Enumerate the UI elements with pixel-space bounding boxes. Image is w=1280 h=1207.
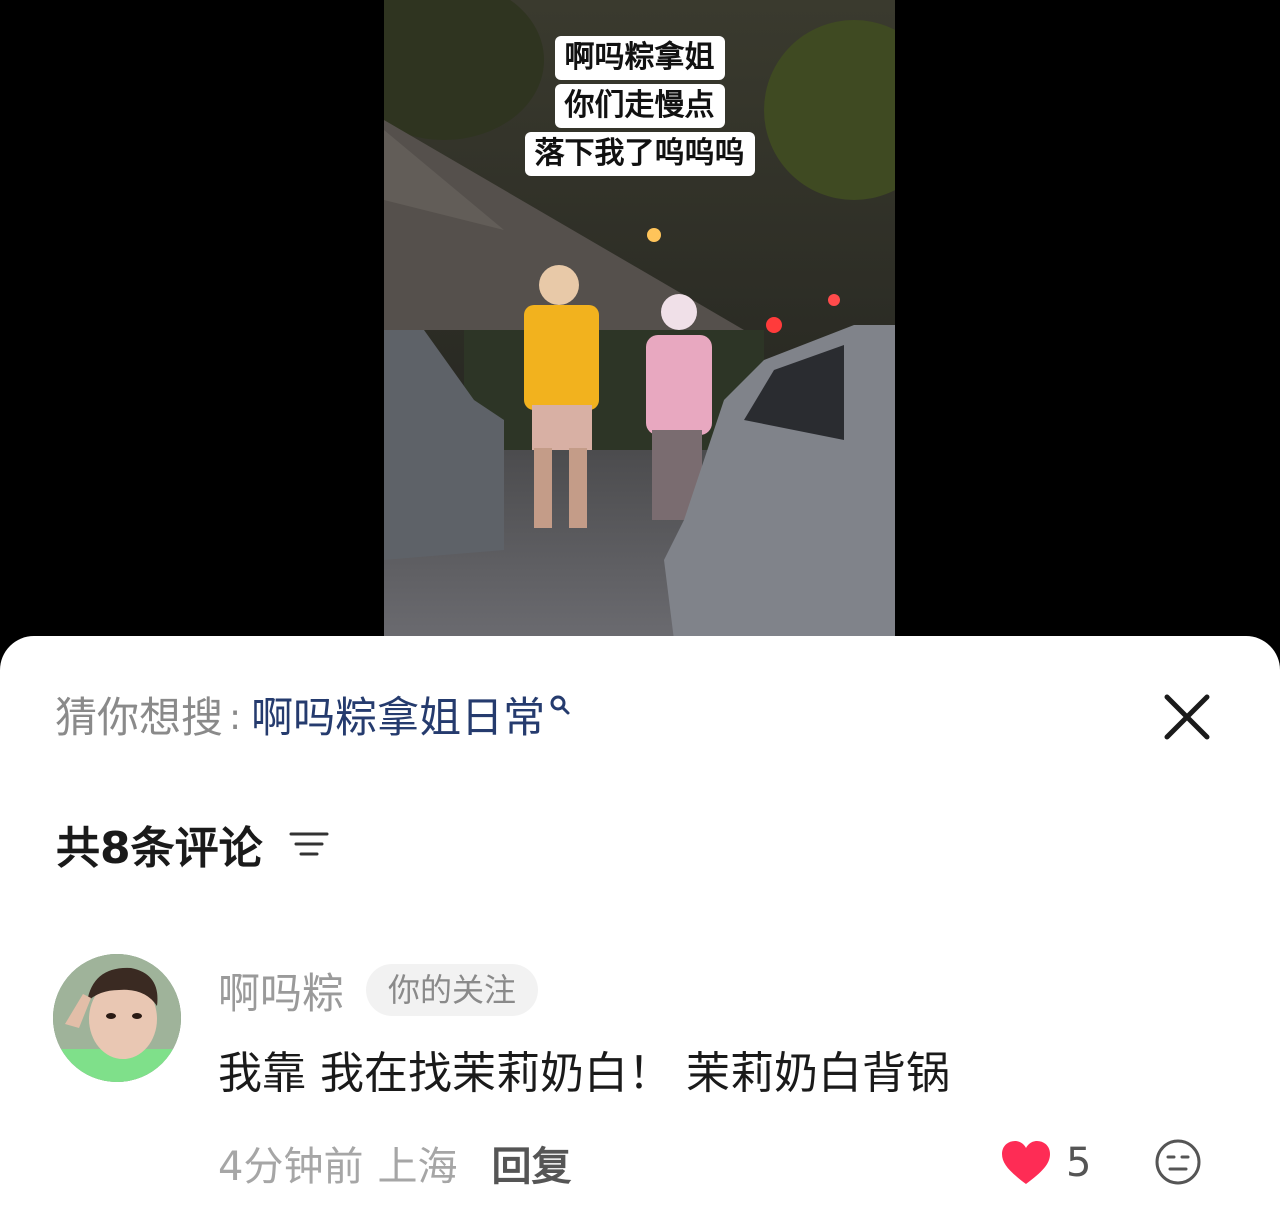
sort-icon[interactable] [289,827,329,861]
comment-text[interactable]: 我靠 我在找茉莉奶白！ 茉莉奶白背锅 [218,1042,950,1106]
video-caption-line-2: 你们走慢点 [384,84,895,128]
comment-time: 4分钟前 [218,1144,364,1190]
following-badge: 你的关注 [366,964,539,1016]
close-icon[interactable] [1158,688,1216,746]
comments-header: 共8条评论 [56,814,329,874]
comment-location: 上海 [377,1144,458,1190]
screen: 啊吗粽拿姐 你们走慢点 落下我了呜呜呜 猜你想搜 : 啊吗粽拿姐日常 共8条评论 [0,0,1280,1207]
comment-meta: 4分钟前 上海 回复 [218,1134,571,1192]
reply-button[interactable]: 回复 [491,1134,571,1192]
comment-author-row: 啊吗粽 你的关注 [218,960,539,1021]
like-count: 5 [1066,1140,1092,1186]
video-caption-line-1: 啊吗粽拿姐 [384,36,895,80]
comment-author[interactable]: 啊吗粽 [218,960,344,1021]
suggest-prefix: 猜你想搜 [55,693,224,742]
video-player[interactable]: 啊吗粽拿姐 你们走慢点 落下我了呜呜呜 [384,0,895,640]
heart-icon [1002,1141,1050,1184]
avatar[interactable] [53,954,181,1082]
video-caption-line-3: 落下我了呜呜呜 [384,132,895,176]
comment-count: 共8条评论 [56,823,263,874]
like-button[interactable]: 5 [1000,1134,1091,1192]
suggest-separator: : [229,697,242,738]
search-suggestion[interactable]: 猜你想搜 : 啊吗粽拿姐日常 [55,688,571,748]
suggest-term[interactable]: 啊吗粽拿姐日常 [251,688,545,748]
search-icon [550,695,570,715]
avatar-image [53,954,181,1082]
emoji-reaction-icon[interactable] [1154,1138,1202,1186]
